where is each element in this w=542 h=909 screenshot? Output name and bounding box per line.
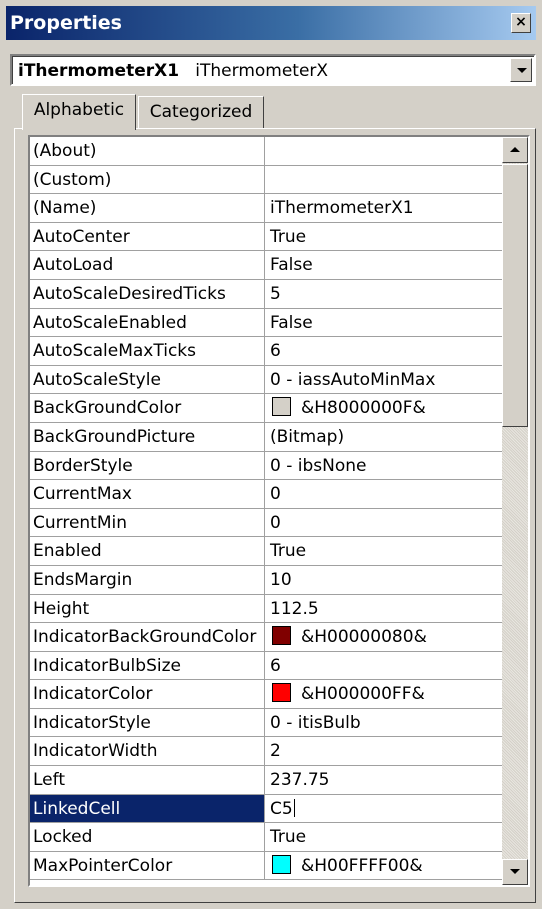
tab-alphabetic-label: Alphabetic [33, 100, 125, 120]
close-button[interactable]: × [511, 13, 531, 33]
close-icon: × [515, 14, 527, 30]
title-bar[interactable]: Properties × [6, 6, 536, 40]
window-title: Properties [10, 12, 122, 34]
chevron-down-icon[interactable] [510, 58, 532, 82]
object-selector-dropdown[interactable]: iThermometerX1 iThermometerX [10, 54, 536, 86]
tab-alphabetic[interactable]: Alphabetic [22, 94, 136, 130]
tab-categorized[interactable]: Categorized [138, 96, 264, 128]
tab-panel [14, 128, 536, 903]
object-name: iThermometerX1 [18, 61, 180, 81]
tab-categorized-label: Categorized [149, 102, 253, 122]
object-type: iThermometerX [195, 61, 329, 81]
properties-window: Properties × iThermometerX1 iThermometer… [0, 0, 542, 909]
